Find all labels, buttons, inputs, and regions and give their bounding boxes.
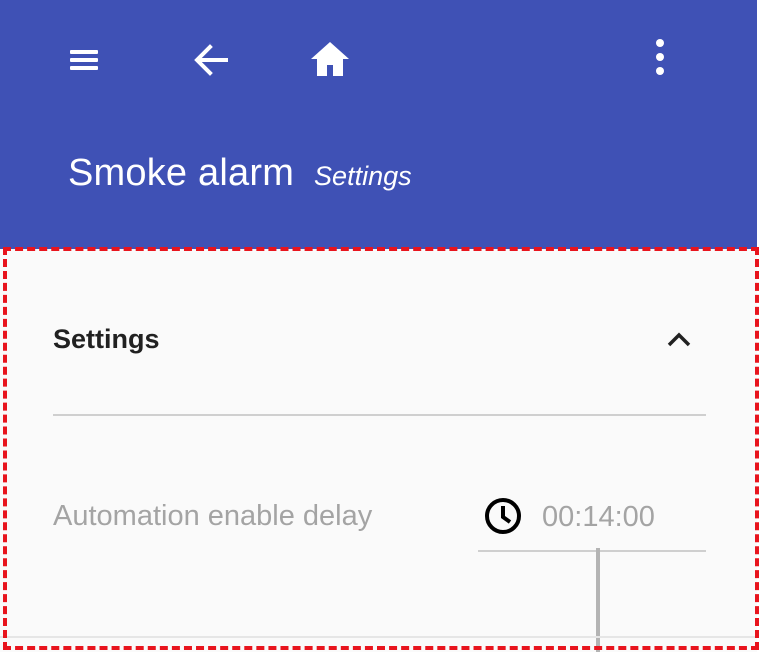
clock-icon [485,498,521,534]
app-frame: Smoke alarm Settings Settings Automation … [0,0,762,652]
page-subtitle: Settings [314,161,412,191]
automation-delay-time-input[interactable]: 00:14:00 [478,490,706,552]
more-options-button[interactable] [652,38,668,76]
menu-icon [70,50,98,70]
settings-panel [0,249,757,652]
panel-bottom-divider [0,636,757,638]
home-icon [311,42,349,76]
back-button[interactable] [194,44,230,76]
app-bar-title-row: Smoke alarm Settings [68,152,412,195]
menu-button[interactable] [68,44,100,76]
automation-delay-value: 00:14:00 [542,501,655,533]
settings-section-header[interactable]: Settings [53,318,706,364]
arrow-left-icon [194,44,228,76]
more-vertical-icon [656,39,664,75]
home-button[interactable] [308,40,352,78]
app-bar: Smoke alarm Settings [0,0,757,249]
automation-delay-label: Automation enable delay [53,500,373,532]
section-divider [53,414,706,416]
chevron-up-icon[interactable] [666,330,692,348]
page-title: Smoke alarm [68,152,295,194]
section-title: Settings [53,324,160,354]
